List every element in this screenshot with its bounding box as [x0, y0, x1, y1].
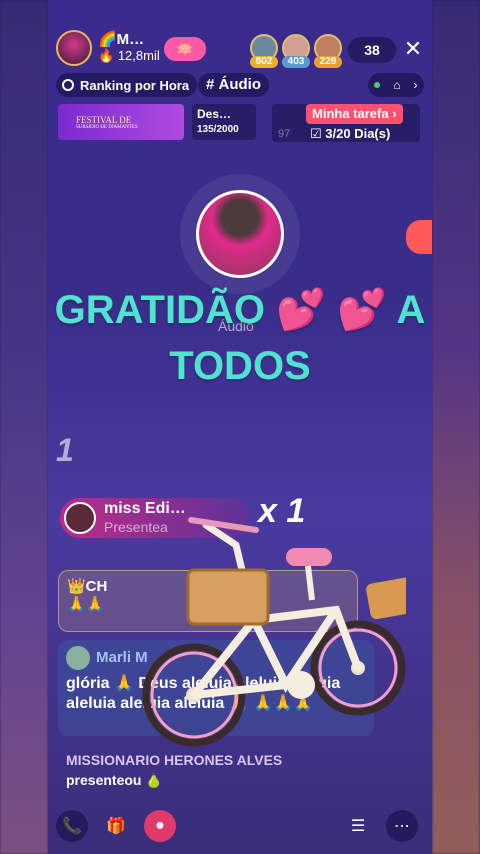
- clock-icon: [62, 79, 74, 91]
- room-nav[interactable]: ⌂ ›: [368, 73, 424, 97]
- gratitude-overlay: GRATIDÃO 💕 💕 A TODOS: [54, 288, 426, 388]
- gift-icon[interactable]: 🎁: [100, 810, 132, 842]
- phone-icon[interactable]: 📞: [56, 810, 88, 842]
- viewer-avatar[interactable]: 802: [250, 34, 278, 68]
- gifter-avatar[interactable]: [64, 502, 96, 534]
- background-left: [0, 0, 48, 854]
- home-icon[interactable]: ⌂: [393, 78, 400, 92]
- close-icon[interactable]: ✕: [400, 36, 426, 62]
- ranking-button[interactable]: Ranking por Hora: [56, 73, 198, 97]
- host-name: 🌈M…: [98, 31, 145, 48]
- days-counter: ☑ 3/20 Dia(s): [310, 126, 391, 141]
- online-dot: [374, 82, 381, 88]
- host-avatar[interactable]: [56, 30, 92, 66]
- viewer-avatar[interactable]: 228: [314, 34, 342, 68]
- online-count[interactable]: 38: [348, 37, 396, 63]
- menu-icon[interactable]: ☰: [342, 810, 374, 842]
- top-viewers: 802 403 228: [250, 34, 346, 68]
- festival-banner[interactable]: FESTIVAL DE SUBSIDIO DE DIAMANTES: [58, 104, 184, 140]
- host-popularity: 🔥 12,8mil: [98, 48, 160, 63]
- room-tag[interactable]: # Áudio: [198, 73, 269, 97]
- follow-button[interactable]: 🪷: [164, 37, 206, 61]
- background-right: [432, 0, 480, 854]
- viewer-avatar[interactable]: 403: [282, 34, 310, 68]
- minha-tarefa-button[interactable]: Minha tarefa ›: [306, 104, 403, 124]
- ghost-count: 97: [278, 128, 291, 140]
- bicycle-gift-animation: [142, 517, 406, 747]
- more-icon[interactable]: ⋯: [386, 810, 418, 842]
- mic-seat-avatar[interactable]: [196, 190, 284, 278]
- chevron-right-icon[interactable]: ›: [414, 78, 418, 92]
- task-progress[interactable]: Des… 135/2000: [192, 104, 256, 140]
- live-room-screen: 🌈M… 🔥 12,8mil 🪷 802 403 228 38 ✕ Ranking…: [48, 0, 432, 854]
- mic-icon[interactable]: ●: [144, 810, 176, 842]
- lotus-icon: 🪷: [176, 40, 194, 57]
- combo-mark: 1: [56, 432, 74, 468]
- chat-avatar[interactable]: [66, 646, 90, 670]
- bottom-toolbar: 📞 🎁 ● ☰ ⋯: [48, 804, 432, 848]
- camera-icon[interactable]: [406, 220, 432, 254]
